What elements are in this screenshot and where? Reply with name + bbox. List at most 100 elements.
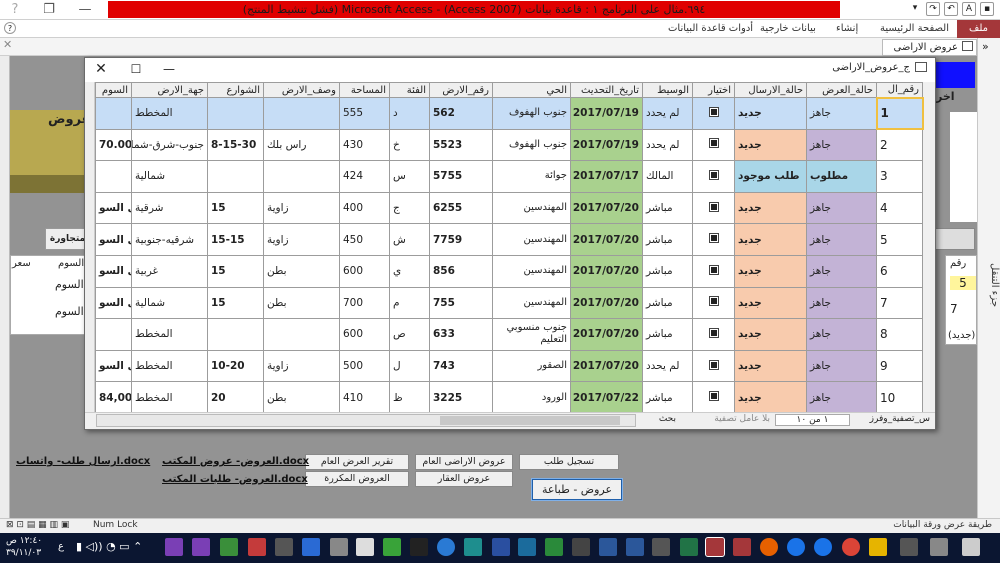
cell-som[interactable] bbox=[95, 160, 132, 193]
cell-hay[interactable]: المهندسين bbox=[492, 191, 571, 225]
edge-icon[interactable] bbox=[787, 538, 805, 556]
cell-irsal[interactable]: جديد bbox=[734, 318, 807, 351]
cell-wasit[interactable]: مباشر bbox=[642, 286, 693, 320]
send-whatsapp-docx-link[interactable]: ارسال طلب- واتساب.docx bbox=[16, 456, 150, 467]
cell-ard[interactable]: جاهز bbox=[806, 381, 877, 414]
select-checkbox[interactable] bbox=[692, 349, 735, 383]
cell-masaha[interactable]: 500 bbox=[339, 349, 390, 383]
yb-icon[interactable] bbox=[248, 538, 266, 556]
cell-jiha[interactable]: شرقية bbox=[131, 191, 208, 225]
cell-som[interactable]: 70.000 bbox=[95, 128, 132, 162]
cell-hay[interactable]: المهندسين bbox=[492, 254, 571, 288]
cell-hay[interactable]: المهندسين bbox=[492, 223, 571, 256]
cell-irsal[interactable]: جديد bbox=[734, 381, 807, 414]
cell-shawari[interactable]: 20 bbox=[207, 381, 264, 414]
close-doc-icon[interactable]: ✕ bbox=[3, 38, 12, 51]
cell-shawari[interactable]: 15 bbox=[207, 254, 264, 288]
app-icon-11[interactable] bbox=[900, 538, 918, 556]
table-row[interactable]: على السوشرقية15زاوية400ج6255المهندسين201… bbox=[95, 191, 923, 225]
app-icon-6[interactable] bbox=[492, 538, 510, 556]
col-header-date[interactable]: تاريخ_التحديث bbox=[570, 82, 643, 98]
cell-fia[interactable]: د bbox=[389, 97, 430, 130]
cell-wasit[interactable]: لم يحدد bbox=[642, 97, 693, 130]
app-icon-9[interactable] bbox=[572, 538, 590, 556]
col-header-hay[interactable]: الحي bbox=[492, 82, 571, 98]
print-offers-button[interactable]: عروض - طباعة bbox=[532, 479, 622, 500]
cell-wasf[interactable]: بطن bbox=[263, 381, 340, 414]
popup-close-button[interactable]: ✕ bbox=[92, 60, 110, 78]
excel-icon[interactable] bbox=[680, 538, 698, 556]
help-circle-icon[interactable]: ? bbox=[4, 22, 16, 34]
cell-som[interactable] bbox=[95, 318, 132, 351]
cell-num[interactable]: 7 bbox=[876, 286, 923, 320]
general-offer-report-button[interactable]: تقرير العرض العام bbox=[305, 454, 409, 470]
cell-jiha[interactable]: المخطط bbox=[131, 318, 208, 351]
cell-masaha[interactable]: 424 bbox=[339, 160, 390, 193]
cell-raqm[interactable]: 5755 bbox=[429, 160, 493, 193]
cell-wasf[interactable]: زاوية bbox=[263, 223, 340, 256]
save-icon[interactable]: ▪ bbox=[980, 2, 994, 16]
cell-fia[interactable]: ج bbox=[389, 191, 430, 225]
cell-masaha[interactable]: 600 bbox=[339, 254, 390, 288]
cell-hay[interactable]: الورود bbox=[492, 381, 571, 414]
cell-hay[interactable]: جوائة bbox=[492, 160, 571, 193]
chevron-open-icon[interactable]: » bbox=[982, 40, 989, 53]
cell-wasf[interactable]: زاوية bbox=[263, 349, 340, 383]
cell-fia[interactable]: خ bbox=[389, 128, 430, 162]
select-checkbox[interactable] bbox=[692, 318, 735, 351]
cell-wasit[interactable]: مباشر bbox=[642, 381, 693, 414]
table-row[interactable]: على السوالمخطط10-20زاوية500ل743الصقور201… bbox=[95, 349, 923, 383]
cell-fia[interactable]: س bbox=[389, 160, 430, 193]
tab-database-tools[interactable]: أدوات قاعدة البيانات bbox=[668, 20, 753, 38]
cell-wasf[interactable]: زاوية bbox=[263, 191, 340, 225]
cell-irsal[interactable]: طلب موجود bbox=[734, 160, 807, 193]
cell-fia[interactable]: ظ bbox=[389, 381, 430, 414]
cell-wasf[interactable] bbox=[263, 318, 340, 351]
cell-jiha[interactable]: المخطط bbox=[131, 349, 208, 383]
cell-shawari[interactable] bbox=[207, 160, 264, 193]
cell-wasf[interactable] bbox=[263, 160, 340, 193]
clock-date[interactable]: ٣٩/١١/٠٣ bbox=[6, 548, 41, 558]
cell-raqm[interactable]: 856 bbox=[429, 254, 493, 288]
checkbox-icon[interactable] bbox=[708, 359, 719, 370]
filter-indicator[interactable]: بلا عامل تصفية bbox=[680, 414, 770, 424]
cell-ard[interactable]: جاهز bbox=[806, 318, 877, 351]
cell-ard[interactable]: جاهز bbox=[806, 223, 877, 256]
cell-wasf[interactable] bbox=[263, 97, 340, 130]
cell-num[interactable]: 9 bbox=[876, 349, 923, 383]
checkbox-icon[interactable] bbox=[708, 327, 719, 338]
onenote-icon-2[interactable] bbox=[192, 538, 210, 556]
cell-jiha[interactable]: المخطط bbox=[131, 381, 208, 414]
col-header-ard[interactable]: حالة_العرض bbox=[806, 82, 877, 98]
app-icon-4[interactable] bbox=[383, 538, 401, 556]
cell-som[interactable]: على السو bbox=[95, 191, 132, 225]
right-grid-new-row[interactable]: (جديد) bbox=[948, 330, 975, 341]
calculator-icon[interactable] bbox=[356, 538, 374, 556]
col-header-som[interactable]: السوم bbox=[95, 82, 132, 98]
cell-masaha[interactable]: 555 bbox=[339, 97, 390, 130]
word-icon[interactable] bbox=[599, 538, 617, 556]
cell-ard[interactable]: جاهز bbox=[806, 128, 877, 162]
cell-wasit[interactable]: مباشر bbox=[642, 223, 693, 256]
datasheet-grid[interactable]: السوم جهة_الارض الشوارع وصف_الارض المساح… bbox=[95, 82, 924, 414]
ie-icon[interactable] bbox=[814, 538, 832, 556]
tab-create[interactable]: إنشاء bbox=[836, 20, 858, 38]
chrome-icon[interactable] bbox=[842, 538, 860, 556]
cell-raqm[interactable]: 5523 bbox=[429, 128, 493, 162]
language-indicator[interactable]: ع bbox=[58, 541, 64, 552]
redo-icon[interactable]: ↷ bbox=[926, 2, 940, 16]
cell-wasf[interactable]: بطن bbox=[263, 254, 340, 288]
cell-shawari[interactable]: 10-20 bbox=[207, 349, 264, 383]
cell-irsal[interactable]: جديد bbox=[734, 349, 807, 383]
cell-fia[interactable]: ش bbox=[389, 223, 430, 256]
cell-ard[interactable]: جاهز bbox=[806, 349, 877, 383]
cell-date[interactable]: 2017/07/20 bbox=[570, 191, 643, 225]
cell-wasit[interactable]: مباشر bbox=[642, 318, 693, 351]
record-selector-column[interactable] bbox=[922, 82, 935, 412]
cell-hay[interactable]: جنوب منسوبي التعليم bbox=[492, 318, 571, 351]
app-icon-5[interactable] bbox=[464, 538, 482, 556]
app-icon-10[interactable] bbox=[652, 538, 670, 556]
cell-date[interactable]: 2017/07/20 bbox=[570, 318, 643, 351]
register-request-button[interactable]: تسجيل طلب bbox=[519, 454, 619, 470]
cell-num[interactable]: 10 bbox=[876, 381, 923, 414]
